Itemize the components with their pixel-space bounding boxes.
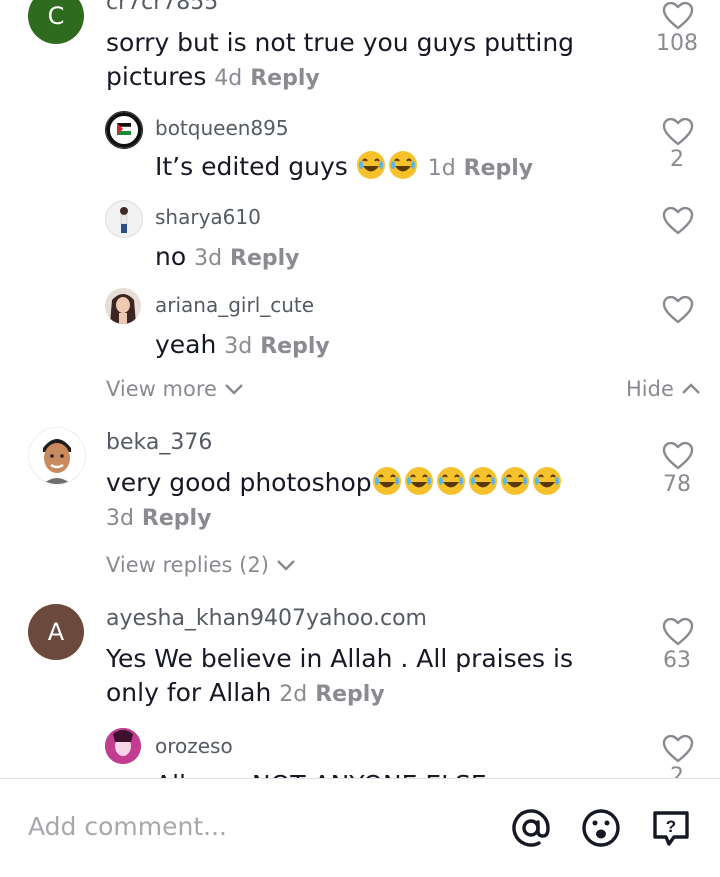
reply-text: yeah 3d Reply [155,328,330,364]
comment-body: very good photoshop [106,468,372,497]
reply-button[interactable]: Reply [230,246,300,271]
like-count: 108 [656,31,698,56]
mention-icon[interactable] [511,808,551,848]
person-photo-icon [120,207,128,233]
reply-body: yeah [155,330,217,359]
reply-text: It’s edited guys 1d Reply [155,150,533,186]
reply-button[interactable]: Reply [464,156,534,181]
person-photo-icon [110,294,136,324]
like-count: 63 [663,648,691,673]
hide-replies-button[interactable]: Hide [626,377,701,401]
reply-age: 1d [427,156,456,181]
reply-body: no [155,242,187,271]
flag-logo-icon [106,112,142,148]
comment-username[interactable]: ayesha_khan9407yahoo.com [106,606,427,631]
reply-body: It’s edited guys [155,152,348,181]
reply-username[interactable]: ariana_girl_cute [155,293,314,317]
comment-username[interactable]: cr7cr7855 [106,0,218,15]
reply-text: no 3d Reply [155,240,300,276]
reply-body: All… … NOT ANYONE ELSE [155,770,487,778]
like-count: 2 [670,764,684,778]
comment-input[interactable]: Add comment... [28,812,227,841]
heart-icon[interactable] [662,207,694,235]
avatar[interactable] [28,427,86,485]
emoji-icon[interactable] [581,808,621,848]
avatar[interactable] [105,111,143,149]
laughing-emoji-icon [388,151,417,179]
reply-age: 3d [194,246,223,271]
reply-button[interactable]: Reply [260,334,330,359]
person-photo-icon [105,728,141,764]
comment-input-bar: Add comment... ? [0,778,720,877]
reply-username[interactable]: botqueen895 [155,116,289,140]
heart-icon[interactable] [662,735,694,763]
comment-text: sorry but is not true you guys putting p… [106,26,626,96]
heart-icon[interactable] [662,118,694,146]
comment-list: C cr7cr7855 sorry but is not true you gu… [0,0,720,778]
hide-label: Hide [626,377,674,401]
reply-button[interactable]: Reply [315,682,385,707]
avatar[interactable] [105,288,141,324]
reply-age: 3d [224,334,253,359]
avatar-initial: A [47,618,65,646]
svg-text:?: ? [666,817,676,836]
view-more-button[interactable]: View more [106,377,244,401]
like-count: 78 [663,472,691,497]
avatar[interactable] [105,200,143,238]
heart-icon[interactable] [662,618,694,646]
question-sticker-icon[interactable]: ? [651,808,691,848]
view-more-label: View more [106,377,217,401]
chevron-up-icon [681,383,700,394]
avatar-initial: C [47,2,65,30]
laughing-emoji-icon [356,151,385,179]
view-replies-button[interactable]: View replies (2) [106,553,296,577]
reply-username[interactable]: orozeso [155,734,233,758]
reply-button[interactable]: Reply [142,506,212,531]
laughing-emoji-icon [372,467,401,495]
comment-text: Yes We believe in Allah . All praises is… [106,642,606,712]
laughing-emoji-icon [532,467,561,495]
laughing-emoji-icon [404,467,433,495]
reply-button[interactable]: Reply [250,66,320,91]
laughing-emoji-icon [436,467,465,495]
avatar[interactable] [105,728,141,764]
view-replies-label: View replies (2) [106,553,269,577]
avatar[interactable]: A [28,604,84,660]
heart-icon[interactable] [662,296,694,324]
reply-text: All… … NOT ANYONE ELSE [155,768,487,778]
comment-age: 2d [279,682,308,707]
like-count: 2 [670,147,684,172]
cartoon-avatar-icon [43,439,71,484]
laughing-emoji-icon [468,467,497,495]
comment-username[interactable]: beka_376 [106,430,212,455]
comment-text: very good photoshop 3d Reply [106,466,626,536]
comment-age: 4d [214,66,243,91]
chevron-down-icon [224,384,243,395]
laughing-emoji-icon [500,467,529,495]
avatar[interactable]: C [28,0,84,44]
reply-username[interactable]: sharya610 [155,205,261,229]
heart-icon[interactable] [662,442,694,470]
heart-icon[interactable] [662,2,694,30]
comment-body: sorry but is not true you guys putting p… [106,28,575,91]
comment-age: 3d [106,506,134,531]
chevron-down-icon [276,560,295,571]
